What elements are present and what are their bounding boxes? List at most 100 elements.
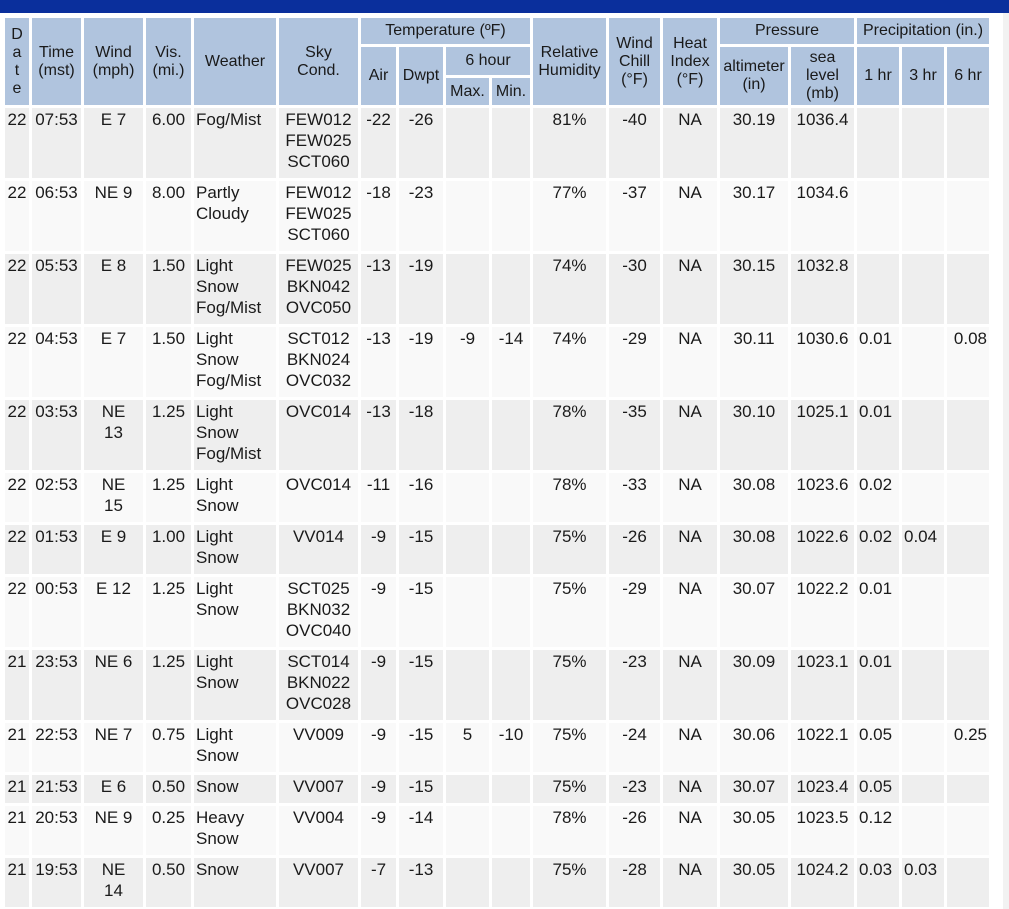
cell-altimeter: 30.08 <box>720 473 788 522</box>
cell-sea-level: 1022.2 <box>791 577 854 647</box>
cell-weather: Light Snow <box>194 577 276 647</box>
cell-precip-6hr <box>947 650 989 720</box>
cell-date: 22 <box>5 473 29 522</box>
cell-altimeter: 30.10 <box>720 400 788 470</box>
cell-max <box>446 806 489 855</box>
cell-weather: Light Snow <box>194 650 276 720</box>
cell-min <box>492 473 530 522</box>
cell-min: -14 <box>492 327 530 397</box>
cell-precip-3hr <box>902 108 944 178</box>
cell-precip-1hr: 0.01 <box>857 577 899 647</box>
cell-wind-chill: -30 <box>609 254 660 324</box>
cell-dewpoint: -14 <box>399 806 443 855</box>
cell-min <box>492 775 530 803</box>
cell-precip-1hr: 0.03 <box>857 858 899 907</box>
cell-visibility: 1.25 <box>146 400 191 470</box>
cell-dewpoint: -19 <box>399 327 443 397</box>
table-row: 22 05:53 E 8 1.50 Light Snow Fog/Mist FEW025 … <box>5 254 989 324</box>
cell-max <box>446 858 489 907</box>
cell-sea-level: 1022.1 <box>791 723 854 772</box>
header-dewpoint: Dwpt <box>399 47 443 105</box>
cell-precip-1hr <box>857 254 899 324</box>
cell-date: 21 <box>5 858 29 907</box>
cell-date: 22 <box>5 525 29 574</box>
cell-wind-chill: -23 <box>609 775 660 803</box>
cell-wind-chill: -24 <box>609 723 660 772</box>
header-sky-condition: Sky Cond. <box>279 18 358 105</box>
cell-heat-index: NA <box>663 858 717 907</box>
cell-time: 06:53 <box>32 181 81 251</box>
cell-visibility: 1.50 <box>146 254 191 324</box>
cell-wind: E 8 <box>84 254 143 324</box>
cell-max <box>446 254 489 324</box>
cell-sea-level: 1023.4 <box>791 775 854 803</box>
cell-wind-chill: -37 <box>609 181 660 251</box>
cell-humidity: 75% <box>533 775 606 803</box>
cell-date: 22 <box>5 577 29 647</box>
cell-max: -9 <box>446 327 489 397</box>
cell-heat-index: NA <box>663 473 717 522</box>
cell-date: 22 <box>5 108 29 178</box>
cell-time: 19:53 <box>32 858 81 907</box>
cell-altimeter: 30.08 <box>720 525 788 574</box>
cell-wind: NE 9 <box>84 181 143 251</box>
cell-wind: E 7 <box>84 108 143 178</box>
header-pressure: Pressure <box>720 18 854 44</box>
cell-time: 00:53 <box>32 577 81 647</box>
cell-precip-1hr <box>857 108 899 178</box>
header-sea-level: sea level (mb) <box>791 47 854 105</box>
cell-wind-chill: -29 <box>609 577 660 647</box>
header-wind-chill: Wind Chill (°F) <box>609 18 660 105</box>
header-time: Time (mst) <box>32 18 81 105</box>
cell-wind: NE 6 <box>84 650 143 720</box>
cell-sky: VV007 <box>279 858 358 907</box>
cell-precip-6hr <box>947 108 989 178</box>
cell-precip-1hr <box>857 181 899 251</box>
cell-min <box>492 181 530 251</box>
cell-min <box>492 577 530 647</box>
cell-heat-index: NA <box>663 577 717 647</box>
table-row: 21 21:53 E 6 0.50 Snow VV007 -9 -15 75% -23 NA 30.0… <box>5 775 989 803</box>
header-wind: Wind (mph) <box>84 18 143 105</box>
cell-dewpoint: -15 <box>399 723 443 772</box>
cell-date: 22 <box>5 400 29 470</box>
cell-wind-chill: -26 <box>609 525 660 574</box>
cell-precip-6hr <box>947 775 989 803</box>
window-edge <box>1003 13 1009 909</box>
cell-precip-1hr: 0.01 <box>857 400 899 470</box>
cell-wind: NE 13 <box>84 400 143 470</box>
cell-wind: NE 9 <box>84 806 143 855</box>
cell-weather: Light Snow <box>194 723 276 772</box>
cell-air: -18 <box>361 181 396 251</box>
cell-heat-index: NA <box>663 108 717 178</box>
table-row: 21 22:53 NE 7 0.75 Light Snow VV009 -9 -15 5 -10 7… <box>5 723 989 772</box>
cell-sea-level: 1022.6 <box>791 525 854 574</box>
cell-precip-3hr <box>902 327 944 397</box>
cell-altimeter: 30.07 <box>720 775 788 803</box>
cell-precip-3hr <box>902 650 944 720</box>
cell-visibility: 1.25 <box>146 473 191 522</box>
cell-precip-6hr <box>947 181 989 251</box>
cell-time: 20:53 <box>32 806 81 855</box>
cell-visibility: 0.25 <box>146 806 191 855</box>
cell-precip-3hr: 0.04 <box>902 525 944 574</box>
cell-sky: OVC014 <box>279 473 358 522</box>
cell-humidity: 78% <box>533 400 606 470</box>
table-row: 22 07:53 E 7 6.00 Fog/Mist FEW012 FEW025 SCT0… <box>5 108 989 178</box>
cell-visibility: 1.25 <box>146 577 191 647</box>
cell-heat-index: NA <box>663 327 717 397</box>
cell-sea-level: 1024.2 <box>791 858 854 907</box>
cell-wind: E 12 <box>84 577 143 647</box>
cell-wind: NE 7 <box>84 723 143 772</box>
cell-air: -13 <box>361 327 396 397</box>
cell-heat-index: NA <box>663 775 717 803</box>
cell-air: -9 <box>361 525 396 574</box>
cell-dewpoint: -16 <box>399 473 443 522</box>
cell-date: 22 <box>5 254 29 324</box>
cell-precip-6hr: 0.25 <box>947 723 989 772</box>
cell-precip-3hr <box>902 775 944 803</box>
header-relative-humidity: Relative Humidity <box>533 18 606 105</box>
cell-visibility: 1.25 <box>146 650 191 720</box>
cell-heat-index: NA <box>663 181 717 251</box>
cell-precip-6hr <box>947 577 989 647</box>
